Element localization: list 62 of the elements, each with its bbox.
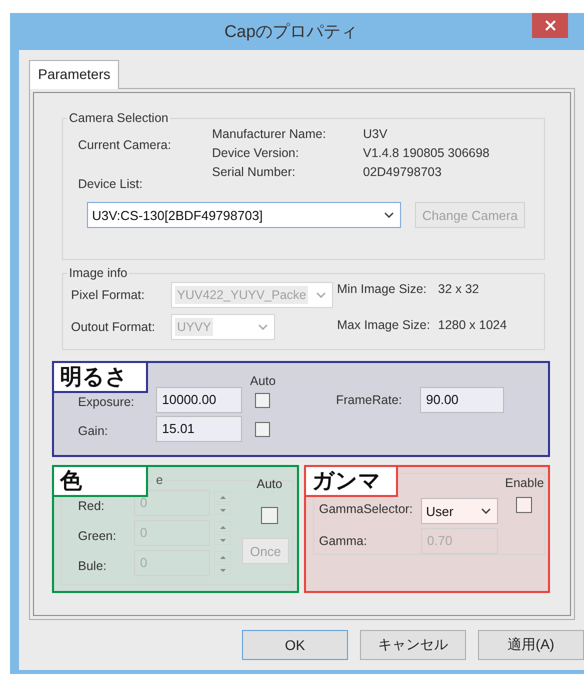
field-label: Device List: bbox=[78, 177, 144, 191]
input-field[interactable]: 90.00 bbox=[420, 387, 504, 413]
down-triangle-icon bbox=[218, 566, 226, 572]
field-label: Outout Format: bbox=[71, 320, 156, 334]
annotation-label: 色 bbox=[52, 465, 148, 497]
field-label: Green: bbox=[78, 529, 118, 543]
group-title: e bbox=[155, 473, 164, 487]
field-label: Bule: bbox=[78, 559, 108, 573]
down-triangle-icon bbox=[218, 506, 226, 512]
field-label: Gamma: bbox=[319, 534, 368, 548]
field-label: Device Version: bbox=[212, 146, 300, 160]
chevron-icon bbox=[384, 212, 394, 218]
field-label: Manufacturer Name: bbox=[212, 127, 327, 141]
up-triangle-icon bbox=[218, 554, 226, 560]
up-triangle-icon bbox=[218, 494, 226, 500]
chevron-icon bbox=[481, 508, 491, 514]
group-title: Camera Selection bbox=[68, 111, 170, 125]
field-value: 1280 x 1024 bbox=[438, 318, 508, 332]
tab[interactable]: Parameters bbox=[29, 60, 120, 89]
window-title: Capのプロパティ bbox=[224, 21, 358, 43]
input-field[interactable]: 10000.00 bbox=[156, 387, 242, 413]
dropdown[interactable]: User bbox=[421, 498, 498, 524]
spin-down-button[interactable] bbox=[214, 534, 231, 545]
annotation-label: ガンマ bbox=[304, 465, 398, 497]
field-label: Current Camera: bbox=[78, 138, 172, 152]
chevron-icon bbox=[316, 292, 326, 298]
group-title: Image info bbox=[68, 266, 128, 280]
field-value: U3V bbox=[363, 127, 388, 141]
spin-up-button[interactable] bbox=[214, 491, 231, 502]
dialog-button[interactable]: キャンセル bbox=[360, 630, 466, 660]
field-label: Red: bbox=[78, 499, 106, 513]
field-value: 02D49798703 bbox=[363, 165, 443, 179]
down-triangle-icon bbox=[218, 536, 226, 542]
close-icon bbox=[544, 20, 556, 31]
field-value: 32 x 32 bbox=[438, 282, 480, 296]
dialog-button[interactable]: OK bbox=[242, 630, 348, 660]
column-label: Enable bbox=[505, 476, 544, 490]
dropdown[interactable]: U3V:CS-130[2BDF49798703] bbox=[87, 202, 401, 228]
field-label: FrameRate: bbox=[336, 393, 403, 407]
field-label: Exposure: bbox=[78, 395, 136, 409]
field-value: V1.4.8 190805 306698 bbox=[363, 146, 490, 160]
spin-down-button[interactable] bbox=[214, 504, 231, 515]
checkbox[interactable] bbox=[255, 422, 270, 436]
field-label: Serial Number: bbox=[212, 165, 296, 179]
checkbox[interactable] bbox=[516, 496, 532, 512]
field-label: Gain: bbox=[78, 424, 109, 438]
field-label: GammaSelector: bbox=[319, 502, 414, 516]
spin-down-button[interactable] bbox=[214, 564, 231, 575]
checkbox[interactable] bbox=[255, 392, 270, 408]
spin-up-button[interactable] bbox=[214, 551, 231, 562]
field-label: Pixel Format: bbox=[71, 288, 146, 302]
column-label: Auto bbox=[250, 374, 277, 388]
field-label: Min Image Size: bbox=[337, 282, 428, 296]
dialog-button[interactable]: 適用(A) bbox=[478, 630, 584, 660]
spin-up-button[interactable] bbox=[214, 521, 231, 532]
up-triangle-icon bbox=[218, 524, 226, 530]
column-label: Auto bbox=[256, 477, 282, 491]
annotation-label: 明るさ bbox=[52, 361, 148, 393]
chevron-icon bbox=[258, 324, 268, 330]
field-label: Max Image Size: bbox=[337, 318, 432, 332]
input-field[interactable]: 15.01 bbox=[156, 416, 242, 442]
close-button[interactable] bbox=[532, 13, 568, 38]
